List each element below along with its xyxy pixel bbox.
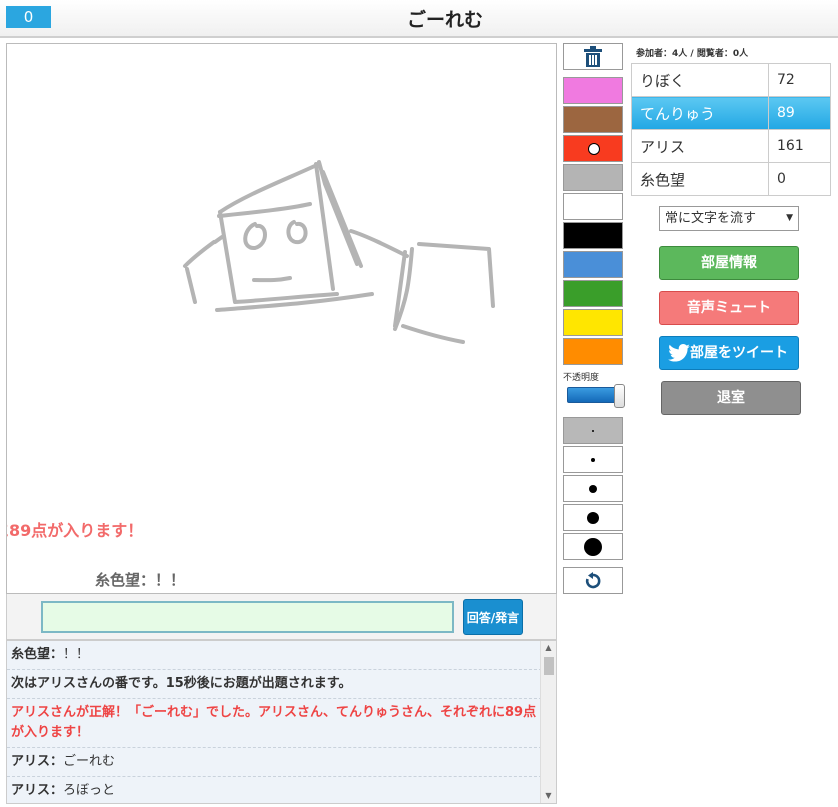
pen-size-button[interactable] (563, 417, 623, 444)
color-swatch[interactable] (563, 280, 623, 307)
tweet-button[interactable]: 部屋をツイート (659, 336, 799, 370)
color-swatch[interactable] (563, 193, 623, 220)
player-name: 糸色望 (631, 162, 769, 196)
answer-submit-button[interactable]: 回答/発言 (463, 599, 523, 635)
player-row: りぼく 72 (631, 63, 831, 97)
player-name: てんりゅう (631, 96, 769, 130)
undo-icon (585, 571, 601, 588)
score-table: りぼく 72 てんりゅう 89 アリス 161 糸色望 0 (631, 63, 831, 196)
pen-size-button[interactable] (563, 475, 623, 502)
player-name: アリス (631, 129, 769, 163)
pen-size-dot-icon (584, 537, 602, 556)
flowing-message: れに89点が入ります！ (7, 521, 144, 540)
player-score: 0 (768, 162, 831, 196)
player-row: アリス 161 (631, 129, 831, 163)
room-info-button[interactable]: 部屋情報 (659, 246, 799, 280)
scroll-down-arrow-icon[interactable]: ▼ (541, 789, 556, 803)
color-swatch[interactable] (563, 222, 623, 249)
color-swatch[interactable] (563, 164, 623, 191)
chat-message: 糸色望：！！ (7, 641, 542, 670)
answer-bar: 回答/発言 (6, 594, 557, 640)
opacity-slider[interactable] (567, 384, 625, 408)
color-swatch[interactable] (563, 106, 623, 133)
flow-mode-value: 常に文字を流す (665, 211, 757, 226)
pen-size-dot-icon (591, 457, 595, 462)
player-row: てんりゅう 89 (631, 96, 831, 130)
drawing-strokes (183, 160, 495, 344)
flow-mode-select[interactable]: 常に文字を流す ▼ (659, 206, 799, 231)
scroll-up-arrow-icon[interactable]: ▲ (541, 641, 556, 655)
chat-message: 次はアリスさんの番です。15秒後にお題が出題されます。 (7, 670, 542, 699)
chat-message: アリスさんが正解！「ごーれむ」でした。アリスさん、てんりゅうさん、それぞれに89… (7, 699, 542, 748)
player-name: りぼく (631, 63, 769, 97)
undo-button[interactable] (563, 567, 623, 594)
color-swatch[interactable] (563, 77, 623, 104)
color-swatch[interactable] (563, 309, 623, 336)
pen-size-dot-icon (587, 511, 599, 524)
pen-size-dot-icon (592, 429, 594, 432)
player-row: 糸色望 0 (631, 162, 831, 196)
opacity-slider-thumb[interactable] (614, 384, 625, 408)
room-title: ごーれむ (406, 9, 483, 31)
chat-list: 糸色望：！！ 次はアリスさんの番です。15秒後にお題が出題されます。 アリスさん… (7, 641, 542, 803)
answer-input[interactable] (41, 601, 454, 633)
tweet-button-label: 部屋をツイート (690, 345, 788, 361)
header-bar: 0 ごーれむ (0, 0, 838, 38)
mute-button[interactable]: 音声ミュート (659, 291, 799, 325)
scroll-thumb[interactable] (544, 657, 554, 675)
opacity-track[interactable] (567, 387, 617, 403)
chat-scrollbar[interactable]: ▲ ▼ (540, 641, 556, 803)
flowing-message: 糸色望：！！ (95, 571, 186, 589)
player-score: 161 (768, 129, 831, 163)
participants-count: 参加者：4人 / 閲覧者：0人 (636, 49, 749, 59)
color-swatch[interactable] (563, 251, 623, 278)
chat-log[interactable]: 糸色望：！！ 次はアリスさんの番です。15秒後にお題が出題されます。 アリスさん… (6, 640, 557, 804)
clear-canvas-button[interactable] (563, 43, 623, 70)
player-score: 72 (768, 63, 831, 97)
opacity-label: 不透明度 (563, 373, 600, 383)
chat-message: アリス：ごーれむ (7, 748, 542, 777)
color-swatch[interactable] (563, 338, 623, 365)
pen-size-dot-icon (589, 484, 597, 493)
chat-message: アリス：ろぼっと (7, 777, 542, 803)
color-swatch[interactable] (563, 135, 623, 162)
leave-room-button[interactable]: 退室 (661, 381, 801, 415)
pen-size-button[interactable] (563, 533, 623, 560)
twitter-bird-icon (668, 344, 690, 362)
pen-size-button[interactable] (563, 504, 623, 531)
trash-icon (584, 46, 602, 67)
pen-size-button[interactable] (563, 446, 623, 473)
player-score: 89 (768, 96, 831, 130)
chevron-down-icon: ▼ (786, 213, 793, 223)
drawing-canvas[interactable]: れに89点が入ります！ 糸色望：！！ (6, 43, 557, 594)
